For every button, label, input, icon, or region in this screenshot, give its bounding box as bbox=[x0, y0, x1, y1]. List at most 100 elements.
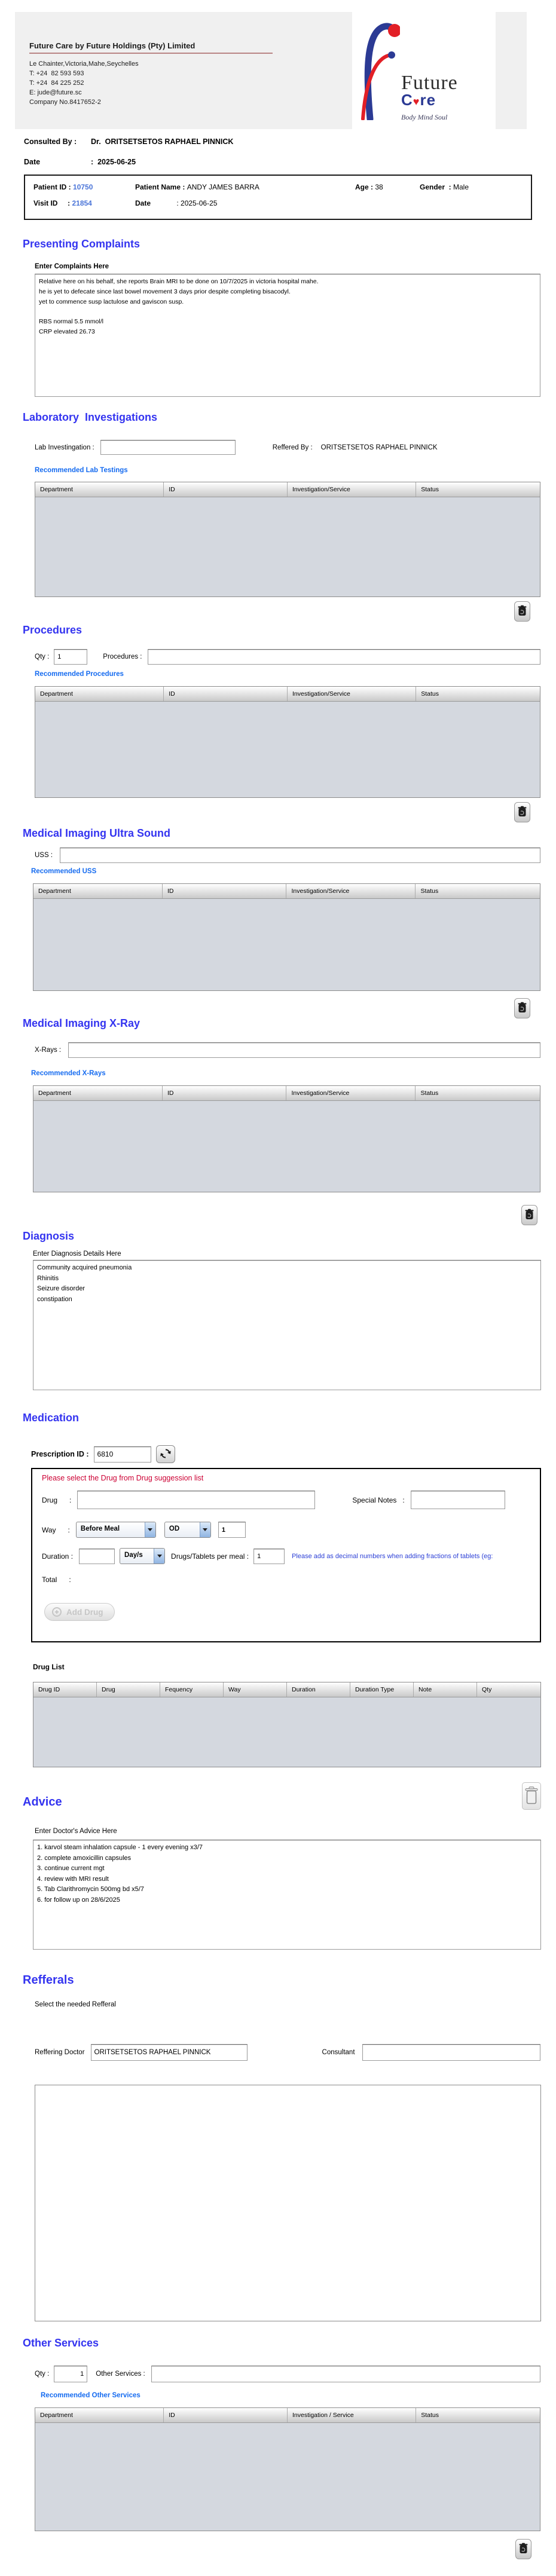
uss-title: Medical Imaging Ultra Sound bbox=[23, 827, 171, 839]
drug-row: Drug : Special Notes : bbox=[42, 1491, 532, 1509]
other-col-department: Department bbox=[35, 2408, 164, 2422]
other-services-table-body bbox=[35, 2423, 540, 2531]
company-address: Le Chainter,Victoria,Mahe,Seychelles bbox=[29, 60, 139, 68]
company-number: Company No.8417652-2 bbox=[29, 99, 101, 106]
add-drug-label: Add Drug bbox=[66, 1607, 103, 1617]
recommended-lab-testings-link[interactable]: Recommended Lab Testings bbox=[35, 467, 128, 474]
per-meal-input[interactable] bbox=[253, 1548, 285, 1564]
chevron-down-icon[interactable] bbox=[144, 1522, 155, 1537]
drug-col-duration-type: Duration Type bbox=[350, 1682, 414, 1697]
lab-col-id: ID bbox=[164, 482, 288, 497]
consulted-by-value: Dr. ORITSETSETOS RAPHAEL PINNICK bbox=[91, 137, 234, 146]
procedures-delete-button[interactable] bbox=[514, 802, 530, 822]
drug-label: Drug : bbox=[42, 1495, 72, 1504]
drug-col-drug: Drug bbox=[97, 1682, 160, 1697]
other-col-status: Status bbox=[421, 2412, 439, 2419]
lab-input-row: Lab Investingation : Reffered By : ORITS… bbox=[35, 440, 540, 455]
logo-tagline: Body Mind Soul bbox=[401, 113, 448, 121]
referrals-title: Refferals bbox=[23, 1974, 74, 1987]
duration-input[interactable] bbox=[79, 1548, 115, 1564]
uss-input-label: USS : bbox=[35, 852, 53, 859]
drug-col-duration: Duration bbox=[287, 1682, 350, 1697]
company-email: E: jude@future.sc bbox=[29, 89, 82, 96]
chevron-down-icon[interactable] bbox=[154, 1549, 165, 1564]
frequency-select[interactable]: OD bbox=[164, 1522, 211, 1538]
referred-by-label: Reffered By : bbox=[272, 443, 313, 451]
lab-input-label: Lab Investingation : bbox=[35, 443, 94, 451]
uss-table: Department ID Investigation/Service Stat… bbox=[33, 883, 540, 991]
lab-table: Department ID Investigation/Service Stat… bbox=[35, 482, 540, 597]
xray-title: Medical Imaging X-Ray bbox=[23, 1017, 140, 1029]
uss-col-id: ID bbox=[163, 884, 287, 898]
prescription-id-label: Prescription ID : bbox=[31, 1450, 89, 1458]
xray-input-row: X-Rays : bbox=[35, 1042, 540, 1058]
advice-title: Advice bbox=[23, 1795, 62, 1809]
other-services-input[interactable] bbox=[151, 2366, 540, 2382]
fraction-note: Please add as decimal numbers when addin… bbox=[292, 1552, 493, 1560]
special-notes-input[interactable] bbox=[410, 1491, 505, 1509]
drug-list-table-body bbox=[33, 1697, 540, 1767]
special-notes-label: Special Notes : bbox=[352, 1495, 405, 1504]
referral-list-box[interactable] bbox=[35, 2085, 541, 2321]
other-services-table: Department ID Investigation / Service St… bbox=[35, 2407, 540, 2531]
consulted-by-row: Consulted By : Dr. ORITSETSETOS RAPHAEL … bbox=[24, 137, 233, 146]
advice-textarea[interactable]: 1. karvol steam inhalation capsule - 1 e… bbox=[33, 1840, 541, 1950]
referring-doctor-input[interactable] bbox=[90, 2044, 248, 2061]
lab-col-status: Status bbox=[421, 486, 439, 493]
date-value: : 2025-06-25 bbox=[91, 158, 136, 166]
prescription-row: Prescription ID : bbox=[31, 1445, 175, 1463]
refresh-prescription-button[interactable] bbox=[155, 1445, 175, 1463]
consultant-input[interactable] bbox=[362, 2044, 540, 2061]
drug-warning-text: Please select the Drug from Drug suggess… bbox=[42, 1474, 204, 1482]
trash-icon bbox=[518, 1002, 527, 1015]
prescription-id-input[interactable] bbox=[93, 1446, 151, 1463]
trash-icon bbox=[518, 605, 527, 618]
drug-entry-panel: Please select the Drug from Drug suggess… bbox=[31, 1468, 541, 1642]
advice-delete-button[interactable] bbox=[522, 1782, 541, 1810]
total-label: Total : bbox=[42, 1575, 71, 1584]
chevron-down-icon[interactable] bbox=[199, 1522, 210, 1537]
lab-delete-button[interactable] bbox=[514, 601, 530, 622]
xray-input[interactable] bbox=[68, 1042, 540, 1058]
futurecare-logo-icon bbox=[361, 14, 401, 123]
uss-input[interactable] bbox=[60, 848, 540, 863]
company-header: Future Care by Future Holdings (Pty) Lim… bbox=[15, 5, 527, 129]
recommended-xrays-link[interactable]: Recommended X-Rays bbox=[31, 1070, 106, 1077]
duration-unit-select[interactable]: Day/s bbox=[120, 1548, 166, 1564]
other-input-label: Other Services : bbox=[96, 2370, 145, 2378]
diagnosis-textarea[interactable]: Community acquired pneumonia Rhinitis Se… bbox=[33, 1260, 541, 1390]
xray-delete-button[interactable] bbox=[521, 1205, 537, 1225]
patient-age: Age : 38 bbox=[355, 183, 383, 191]
drug-col-way: Way bbox=[224, 1682, 287, 1697]
procedures-qty-input[interactable] bbox=[54, 649, 88, 665]
procedures-input[interactable] bbox=[148, 649, 540, 665]
frequency-qty-input[interactable] bbox=[218, 1522, 246, 1538]
other-services-delete-button[interactable] bbox=[515, 2539, 531, 2559]
recommended-uss-link[interactable]: Recommended USS bbox=[31, 868, 96, 875]
lab-table-body bbox=[35, 497, 540, 596]
patient-id: Patient ID : 10750 bbox=[33, 183, 93, 191]
duration-unit-value: Day/s bbox=[124, 1552, 143, 1559]
complaints-textarea[interactable]: Relative here on his behalf, she reports… bbox=[35, 274, 540, 397]
add-drug-button[interactable]: Add Drug bbox=[44, 1603, 115, 1621]
uss-col-investigation: Investigation/Service bbox=[286, 884, 416, 898]
patient-info-box: Patient ID : 10750 Patient Name : ANDY J… bbox=[24, 175, 532, 220]
procedures-col-status: Status bbox=[421, 690, 439, 697]
uss-col-department: Department bbox=[33, 884, 163, 898]
procedures-input-row: Qty : Procedures : bbox=[35, 649, 540, 665]
uss-delete-button[interactable] bbox=[514, 998, 530, 1018]
xray-col-investigation: Investigation/Service bbox=[286, 1086, 416, 1100]
recommended-other-services-link[interactable]: Recommended Other Services bbox=[41, 2392, 140, 2399]
recommended-procedures-link[interactable]: Recommended Procedures bbox=[35, 671, 124, 678]
drug-input[interactable] bbox=[77, 1491, 316, 1509]
consultation-page: Future Care by Future Holdings (Pty) Lim… bbox=[0, 0, 556, 2576]
uss-table-body bbox=[33, 899, 540, 990]
lab-investigation-input[interactable] bbox=[100, 440, 236, 455]
other-qty-input[interactable] bbox=[54, 2366, 88, 2382]
way-select[interactable]: Before Meal bbox=[75, 1522, 156, 1538]
medication-title: Medication bbox=[23, 1412, 80, 1424]
lab-title: Laboratory Investigations bbox=[23, 411, 158, 423]
trash-icon bbox=[525, 1209, 534, 1222]
diagnosis-title: Diagnosis bbox=[23, 1230, 75, 1242]
way-row: Way : Before Meal OD bbox=[42, 1522, 246, 1538]
